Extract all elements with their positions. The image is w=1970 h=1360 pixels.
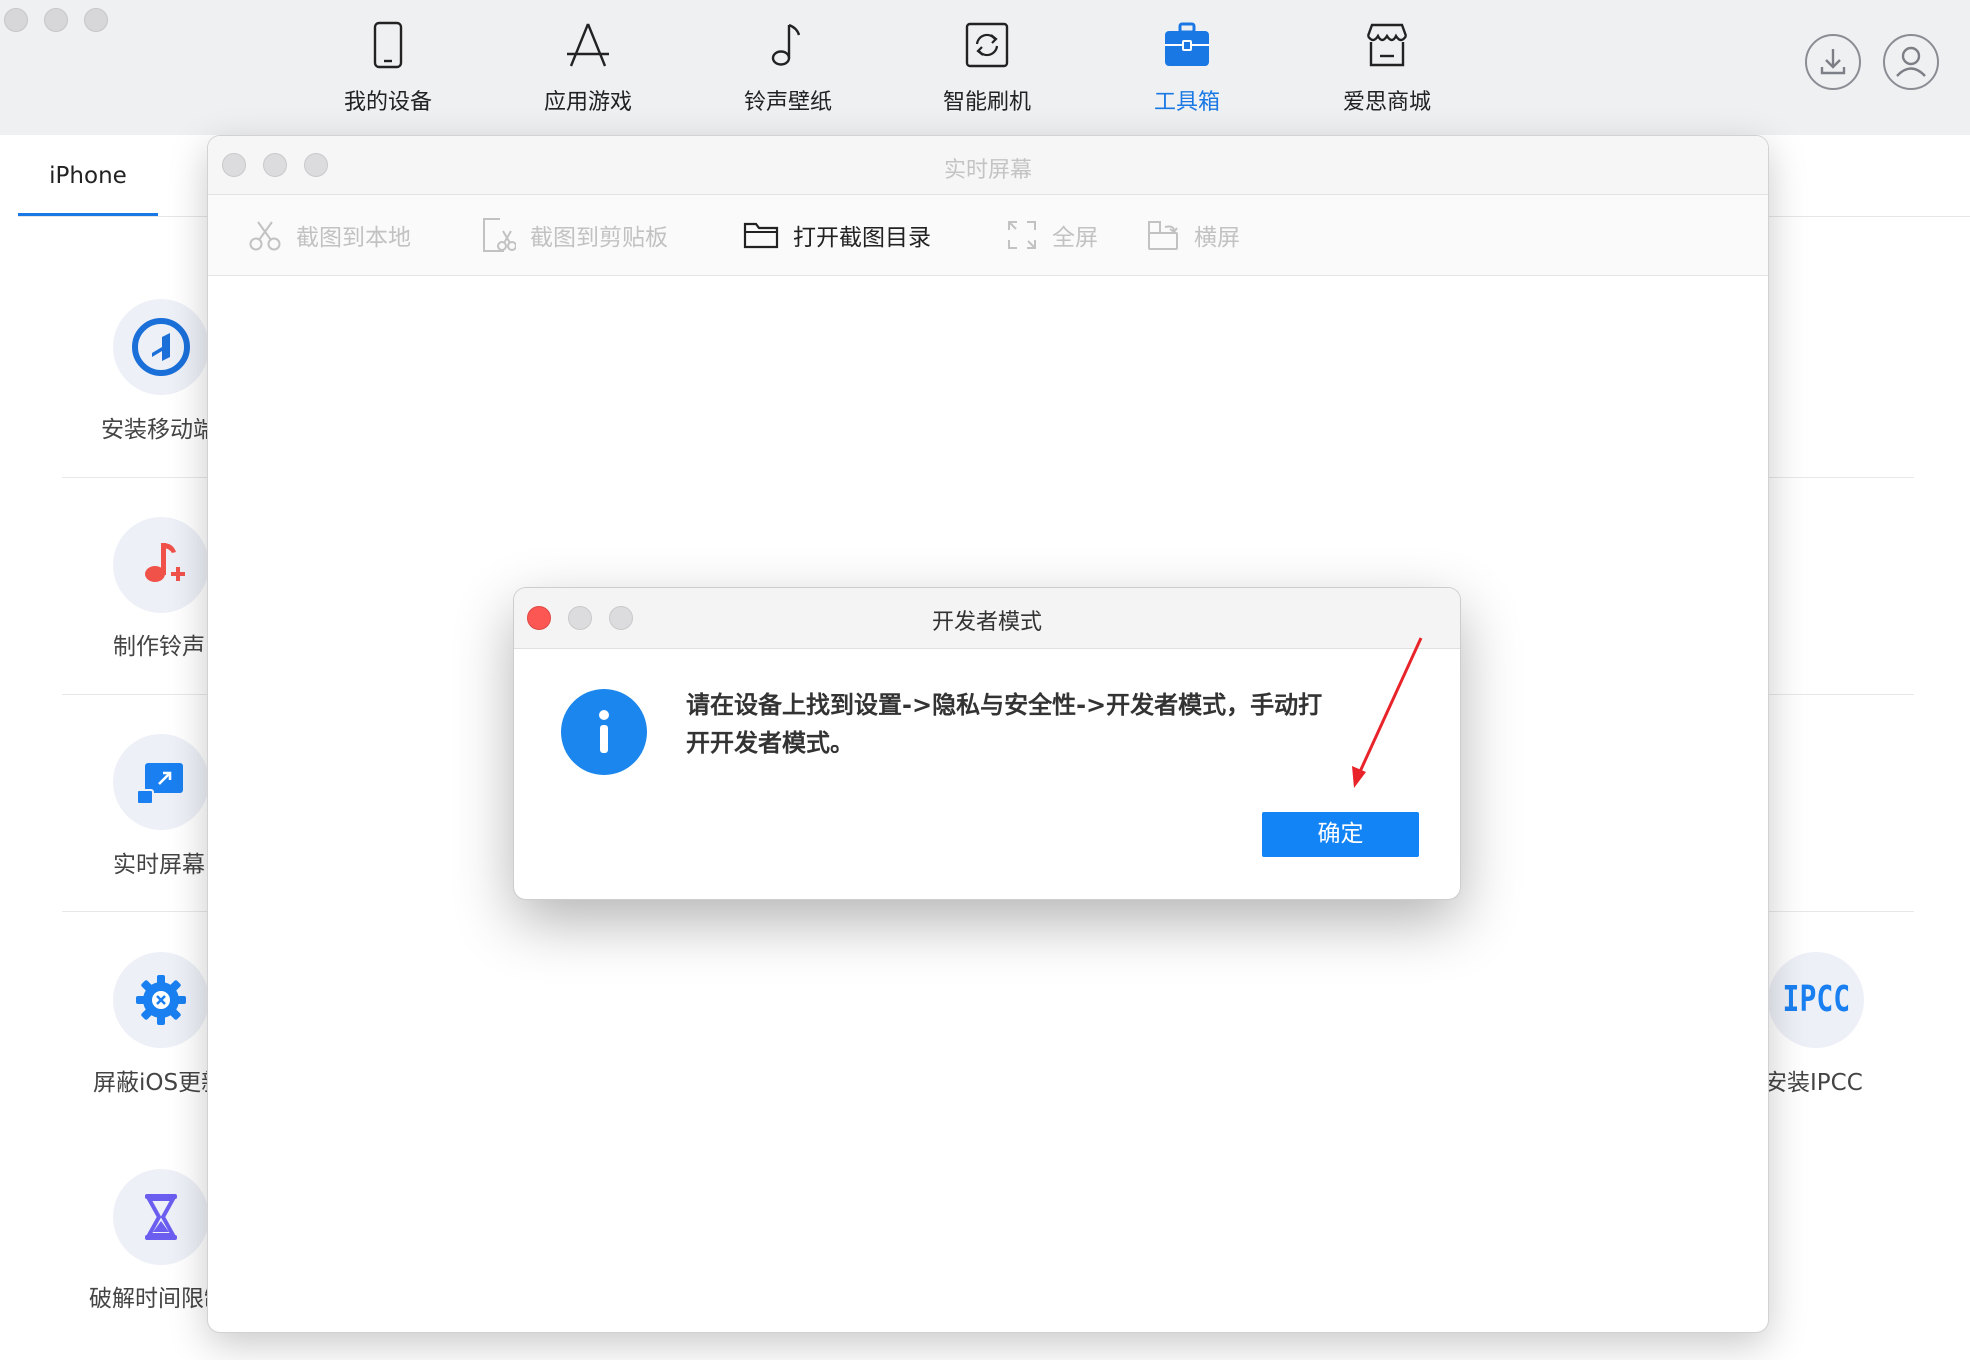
folder-icon bbox=[743, 222, 779, 249]
nav-label: 我的设备 bbox=[343, 90, 432, 115]
fullscreen-label: 全屏 bbox=[1052, 225, 1098, 251]
nav-item-toolbox[interactable]: 工具箱 bbox=[1112, 16, 1262, 116]
dialog-message-line-1: 请在设备上找到设置->隐私与安全性->开发者模式，手动打 bbox=[686, 691, 1323, 719]
nav-label: 应用游戏 bbox=[543, 90, 632, 115]
nav-label: 工具箱 bbox=[1153, 90, 1220, 115]
rotate-landscape-icon bbox=[1148, 221, 1178, 250]
dialog-message-line-2: 开开发者模式。 bbox=[686, 729, 854, 757]
open-screenshot-folder-label: 打开截图目录 bbox=[793, 225, 931, 251]
landscape-label: 横屏 bbox=[1194, 225, 1240, 251]
ok-button[interactable]: 确定 bbox=[1262, 812, 1419, 857]
hourglass-icon bbox=[145, 1194, 177, 1240]
nav-item-my-device[interactable]: 我的设备 bbox=[313, 16, 463, 116]
landscape-button[interactable]: 横屏 bbox=[1146, 195, 1240, 275]
tab-iphone[interactable]: iPhone bbox=[18, 135, 158, 217]
flash-icon bbox=[965, 22, 1009, 68]
window-minimize-button[interactable] bbox=[44, 8, 68, 32]
download-icon bbox=[1820, 49, 1846, 75]
nav-item-apps-games[interactable]: 应用游戏 bbox=[513, 16, 663, 116]
nav-item-smart-flash[interactable]: 智能刷机 bbox=[912, 16, 1062, 116]
nav-label: 爱思商城 bbox=[1342, 90, 1431, 115]
account-button[interactable] bbox=[1883, 34, 1939, 90]
live-screen-title: 实时屏幕 bbox=[943, 158, 1032, 183]
screenshot-to-clipboard-label: 截图到剪贴板 bbox=[530, 225, 668, 251]
info-icon bbox=[561, 689, 647, 775]
nav-label: 铃声壁纸 bbox=[743, 90, 832, 115]
store-icon bbox=[1366, 23, 1408, 67]
nav-label: 智能刷机 bbox=[942, 90, 1031, 115]
screenshot-to-local-label: 截图到本地 bbox=[296, 225, 411, 251]
ringtone-icon bbox=[145, 543, 185, 582]
screenshot-to-clipboard-button[interactable]: 截图到剪贴板 bbox=[480, 195, 668, 275]
dialog-message: 请在设备上找到设置->隐私与安全性->开发者模式，手动打 开开发者模式。 bbox=[686, 686, 1396, 762]
mobile-app-icon bbox=[132, 318, 190, 376]
app-store-icon bbox=[567, 23, 609, 67]
fullscreen-button[interactable]: 全屏 bbox=[1006, 195, 1098, 275]
open-screenshot-folder-button[interactable]: 打开截图目录 bbox=[743, 195, 931, 275]
nav-item-store[interactable]: 爱思商城 bbox=[1312, 16, 1462, 116]
phone-icon bbox=[373, 21, 403, 69]
download-button[interactable] bbox=[1805, 34, 1861, 90]
toolbox-icon bbox=[1165, 22, 1209, 66]
ipcc-icon: IPCC bbox=[1782, 979, 1850, 1020]
top-navigation-bar: 我的设备 应用游戏 铃声壁纸 智能刷机 工具箱 爱思商城 bbox=[0, 0, 1970, 135]
settings-block-icon bbox=[136, 975, 186, 1025]
dialog-title: 开发者模式 bbox=[931, 610, 1042, 635]
window-close-button[interactable] bbox=[4, 8, 28, 32]
nav-item-ringtones-wallpapers[interactable]: 铃声壁纸 bbox=[713, 16, 863, 116]
user-avatar-icon bbox=[1896, 46, 1926, 77]
tab-label: iPhone bbox=[49, 163, 127, 189]
live-screen-titlebar: 实时屏幕 bbox=[208, 136, 1768, 195]
developer-mode-dialog: 开发者模式 请在设备上找到设置->隐私与安全性->开发者模式，手动打 开开发者模… bbox=[514, 588, 1460, 899]
screen-mirror-icon bbox=[136, 763, 183, 805]
fullscreen-icon bbox=[1008, 221, 1036, 249]
scissors-icon bbox=[249, 221, 281, 251]
clipboard-cut-icon bbox=[483, 218, 516, 252]
music-note-icon bbox=[771, 23, 801, 66]
live-screen-toolbar: 截图到本地 截图到剪贴板 打开截图目录 全屏 横屏 bbox=[208, 195, 1768, 276]
dialog-titlebar: 开发者模式 bbox=[514, 588, 1460, 649]
window-zoom-button[interactable] bbox=[84, 8, 108, 32]
screenshot-to-local-button[interactable]: 截图到本地 bbox=[248, 195, 411, 275]
